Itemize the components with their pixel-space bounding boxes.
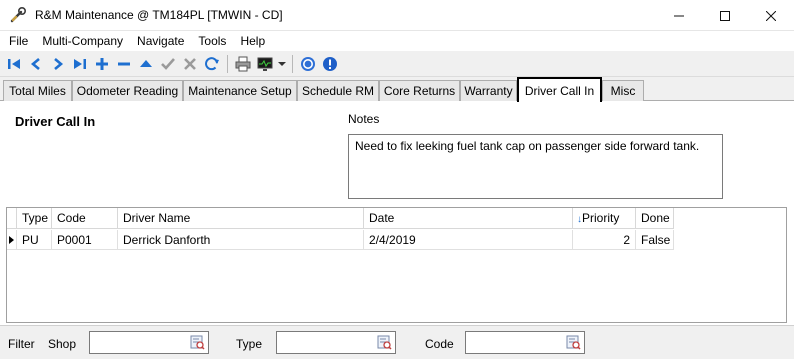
menu-multi-company[interactable]: Multi-Company xyxy=(35,31,130,51)
window-title-bar: R&M Maintenance @ TM184PL [TMWIN - CD] xyxy=(0,0,794,31)
driver-call-in-grid: Type Code Driver Name Date ↓Priority Don… xyxy=(6,207,787,323)
maximize-icon[interactable] xyxy=(702,0,748,31)
tab-warranty[interactable]: Warranty xyxy=(460,80,517,101)
tab-core-returns[interactable]: Core Returns xyxy=(379,80,460,101)
menu-help[interactable]: Help xyxy=(233,31,272,51)
toolbar-separator xyxy=(227,54,228,73)
cell-driver-name[interactable]: Derrick Danforth xyxy=(118,230,364,250)
last-record-icon[interactable] xyxy=(69,53,91,75)
notes-textarea[interactable]: Need to fix leeking fuel tank cap on pas… xyxy=(348,134,723,199)
cell-done[interactable]: False xyxy=(636,230,674,250)
window-title: R&M Maintenance @ TM184PL [TMWIN - CD] xyxy=(35,8,283,22)
menu-bar: File Multi-Company Navigate Tools Help xyxy=(0,31,794,51)
menu-navigate[interactable]: Navigate xyxy=(130,31,191,51)
delete-icon[interactable] xyxy=(113,53,135,75)
column-header-priority[interactable]: ↓Priority xyxy=(573,208,636,229)
column-header-priority-label: Priority xyxy=(582,211,620,225)
table-row[interactable]: PU P0001 Derrick Danforth 2/4/2019 2 Fal… xyxy=(7,230,786,250)
print-icon[interactable] xyxy=(232,53,254,75)
dropdown-arrow-icon[interactable] xyxy=(276,53,288,75)
cancel-x-icon[interactable] xyxy=(179,53,201,75)
close-icon[interactable] xyxy=(748,0,794,31)
column-header-type[interactable]: Type xyxy=(17,208,52,229)
menu-file[interactable]: File xyxy=(2,31,35,51)
row-selector[interactable] xyxy=(7,230,17,250)
type-filter-label: Type xyxy=(236,337,263,351)
grid-header: Type Code Driver Name Date ↓Priority Don… xyxy=(7,208,786,229)
move-up-icon[interactable] xyxy=(135,53,157,75)
save-check-icon[interactable] xyxy=(157,53,179,75)
driver-call-in-panel: Driver Call In Notes Need to fix leeking… xyxy=(0,101,794,359)
wrench-icon xyxy=(9,6,27,24)
help-icon[interactable] xyxy=(297,53,319,75)
column-header-date[interactable]: Date xyxy=(364,208,573,229)
tab-total-miles[interactable]: Total Miles xyxy=(3,80,72,101)
previous-record-icon[interactable] xyxy=(25,53,47,75)
toolbar xyxy=(0,51,794,77)
menu-tools[interactable]: Tools xyxy=(191,31,233,51)
tab-maintenance-setup[interactable]: Maintenance Setup xyxy=(183,80,297,101)
tab-driver-call-in[interactable]: Driver Call In xyxy=(517,77,602,102)
column-header-done[interactable]: Done xyxy=(636,208,674,229)
info-icon[interactable] xyxy=(319,53,341,75)
first-record-icon[interactable] xyxy=(3,53,25,75)
notes-label: Notes xyxy=(348,112,380,126)
code-filter-label: Code xyxy=(425,337,454,351)
type-filter-input[interactable] xyxy=(276,331,396,354)
row-header-corner xyxy=(7,208,17,229)
cell-date[interactable]: 2/4/2019 xyxy=(364,230,573,250)
column-header-code[interactable]: Code xyxy=(52,208,118,229)
section-title: Driver Call In xyxy=(15,114,96,129)
shop-filter-input[interactable] xyxy=(89,331,209,354)
tab-odometer-reading[interactable]: Odometer Reading xyxy=(72,80,183,101)
tab-misc[interactable]: Misc xyxy=(602,80,644,101)
filter-bar: Filter Shop Type Code xyxy=(0,325,794,359)
cell-type[interactable]: PU xyxy=(17,230,52,250)
toolbar-separator xyxy=(292,54,293,73)
lookup-icon[interactable] xyxy=(377,335,392,350)
add-icon[interactable] xyxy=(91,53,113,75)
cell-code[interactable]: P0001 xyxy=(52,230,118,250)
code-filter-input[interactable] xyxy=(465,331,585,354)
lookup-icon[interactable] xyxy=(566,335,581,350)
monitor-icon[interactable] xyxy=(254,53,276,75)
next-record-icon[interactable] xyxy=(47,53,69,75)
lookup-icon[interactable] xyxy=(190,335,205,350)
refresh-icon[interactable] xyxy=(201,53,223,75)
cell-priority[interactable]: 2 xyxy=(573,230,636,250)
filter-label: Filter xyxy=(8,337,35,351)
minimize-icon[interactable] xyxy=(656,0,702,31)
shop-filter-label: Shop xyxy=(48,337,77,351)
column-header-driver-name[interactable]: Driver Name xyxy=(118,208,364,229)
tab-strip: Total Miles Odometer Reading Maintenance… xyxy=(0,77,794,102)
tab-schedule-rm[interactable]: Schedule RM xyxy=(297,80,379,101)
current-row-arrow-icon xyxy=(9,236,14,244)
